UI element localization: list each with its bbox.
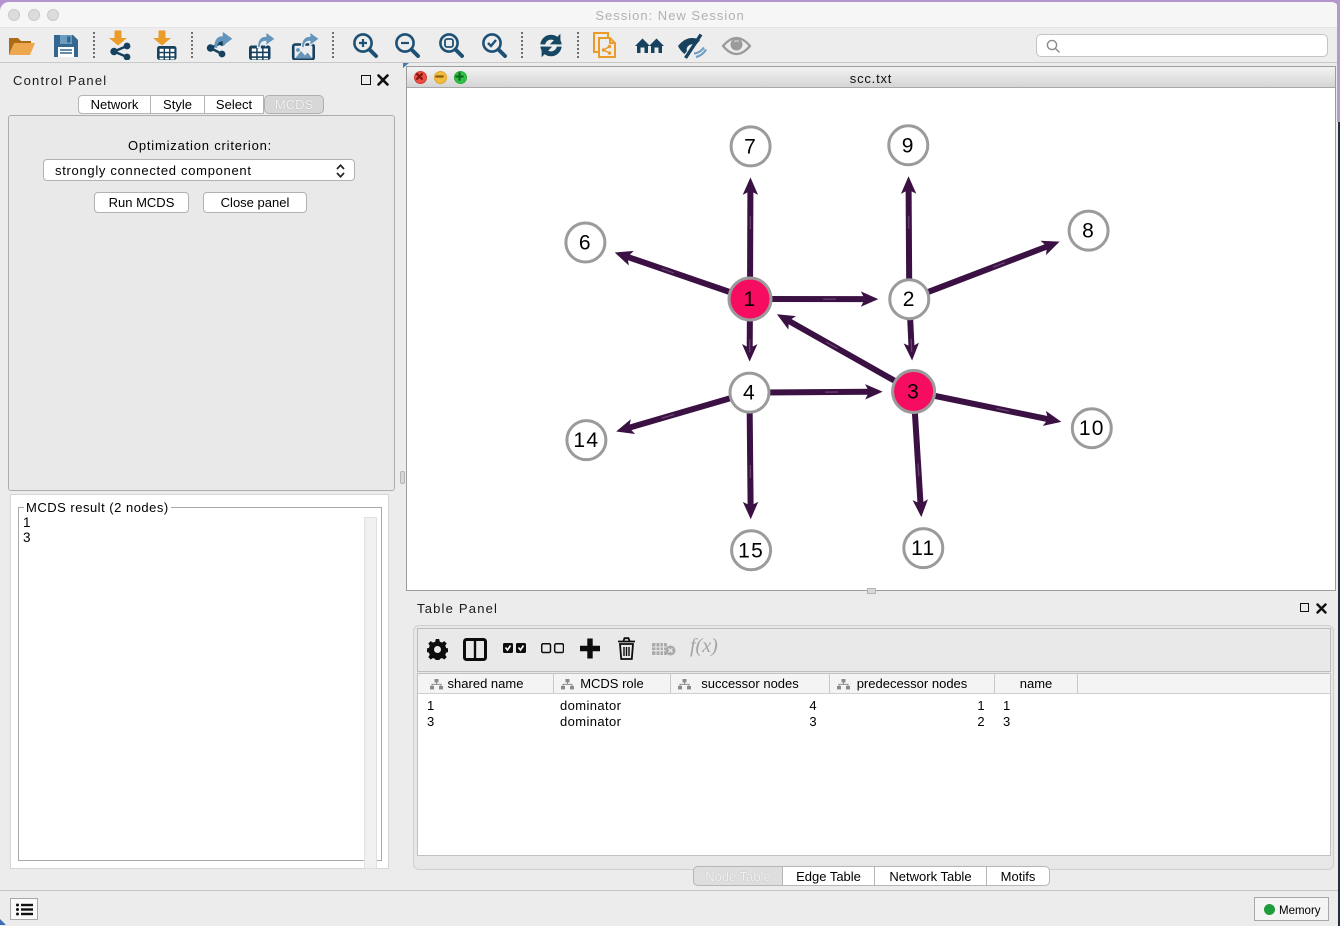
svg-text:11: 11 bbox=[911, 537, 935, 560]
svg-text:15: 15 bbox=[738, 539, 764, 562]
svg-text:2: 2 bbox=[903, 288, 916, 311]
svg-text:3: 3 bbox=[907, 381, 920, 404]
svg-text:4: 4 bbox=[743, 382, 756, 405]
svg-text:7: 7 bbox=[744, 135, 757, 158]
svg-text:1: 1 bbox=[744, 288, 757, 311]
svg-text:10: 10 bbox=[1079, 417, 1105, 440]
svg-text:6: 6 bbox=[579, 232, 592, 255]
svg-text:8: 8 bbox=[1082, 220, 1095, 243]
svg-text:14: 14 bbox=[573, 429, 599, 452]
svg-text:9: 9 bbox=[902, 134, 915, 157]
